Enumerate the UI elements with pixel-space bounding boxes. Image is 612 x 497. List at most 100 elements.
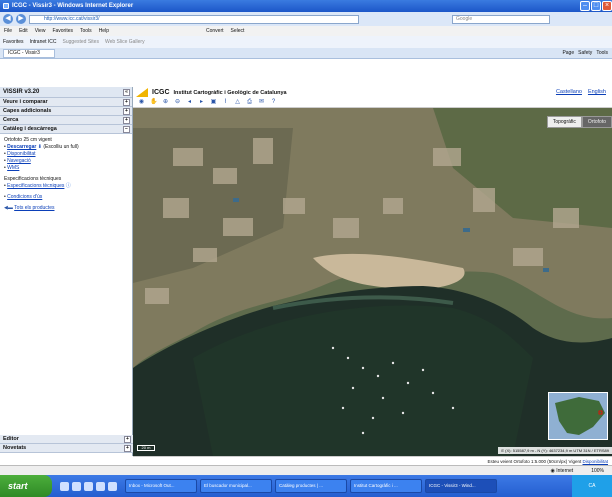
specs-link[interactable]: Especificacions tècniques xyxy=(7,183,64,189)
cmd-safety[interactable]: Safety xyxy=(578,49,592,58)
minimize-icon[interactable]: – xyxy=(580,1,590,11)
window-title: ICGC - Vissir3 - Windows Internet Explor… xyxy=(12,3,134,9)
quicklaunch-icon[interactable] xyxy=(84,481,93,491)
tab-bar: ICGC - Vissir3 xyxy=(0,48,612,59)
previous-view-icon[interactable]: ◂ xyxy=(186,99,193,106)
forward-icon[interactable]: ▶ xyxy=(16,14,26,24)
info-availability-link[interactable]: Disponibilitat xyxy=(582,459,608,464)
lang-castellano[interactable]: Castellano xyxy=(556,89,582,95)
taskbar-item-buscador[interactable]: El buscador municipal... xyxy=(200,479,272,493)
collapse-icon[interactable]: « xyxy=(123,89,130,96)
expand-icon[interactable]: + xyxy=(124,445,131,452)
back-icon[interactable]: ◀ xyxy=(3,14,13,24)
quicklaunch-icon[interactable] xyxy=(108,481,117,491)
expand-icon[interactable]: + xyxy=(124,436,131,443)
select-button[interactable]: Select xyxy=(231,28,245,34)
internet-zone: ◉ Internet xyxy=(550,467,574,474)
measure-icon[interactable]: ⌇ xyxy=(222,99,229,106)
download-link[interactable]: Descarregar xyxy=(7,144,36,150)
expand-icon[interactable]: + xyxy=(123,99,130,106)
email-icon[interactable]: ✉ xyxy=(258,99,265,106)
globe-icon[interactable]: ◉ xyxy=(138,99,145,106)
collapse-icon[interactable]: − xyxy=(123,126,130,133)
fav-gallery[interactable]: Web Slice Gallery xyxy=(105,39,145,45)
taskbar-item-cataleg[interactable]: Catàleg productes | ... xyxy=(275,479,347,493)
conditions-link[interactable]: Condicions d'ús xyxy=(7,194,42,200)
quicklaunch-icon[interactable] xyxy=(96,481,105,491)
area-icon[interactable]: △ xyxy=(234,99,241,106)
availability-link[interactable]: Disponibilitat xyxy=(7,151,35,157)
catalonia-overview-image xyxy=(555,397,605,435)
map-canvas[interactable]: Topogràfic Ortofoto 20 m E (X): 515587,9… xyxy=(133,108,612,456)
next-view-icon[interactable]: ▸ xyxy=(198,99,205,106)
address-bar: ◀ ▶ http://www.icc.cat/vissir3/ Google xyxy=(0,12,612,26)
section-cataleg[interactable]: Catàleg i descàrrega − xyxy=(0,125,132,134)
wms-link[interactable]: WMS xyxy=(7,165,19,171)
search-input[interactable]: Google xyxy=(452,14,550,24)
fav-intranet[interactable]: Intranet ICC xyxy=(30,39,57,45)
window-controls: – □ × xyxy=(580,1,612,11)
command-bar: Page Safety Tools xyxy=(562,49,608,58)
taskbar-item-outlook[interactable]: Inbox - Microsoft Out... xyxy=(125,479,197,493)
taskbar-item-institut[interactable]: Institut Cartogràfic i ... xyxy=(350,479,422,493)
sidebar: VISSIR v3.20 « Veure i comparar + Capes ad… xyxy=(0,87,133,456)
catalog-panel: Ortofoto 25 cm vigent • Descarregar ⬇ (E… xyxy=(0,134,132,215)
menu-tools[interactable]: Tools xyxy=(80,28,92,34)
logo-text: ICGC xyxy=(152,89,170,96)
pan-hand-icon[interactable]: ✋ xyxy=(150,99,157,106)
download-note: (Escolliu un full) xyxy=(43,144,79,150)
section-capes[interactable]: Capes addicionals + xyxy=(0,107,132,116)
maximize-icon[interactable]: □ xyxy=(591,1,601,11)
cmd-tools[interactable]: Tools xyxy=(596,49,608,58)
section-cerca[interactable]: Cerca + xyxy=(0,116,132,125)
quick-launch xyxy=(60,481,117,491)
sidebar-bottom: Editor + Novetats + xyxy=(0,435,133,453)
layer-tab-ortofoto[interactable]: Ortofoto xyxy=(581,116,612,128)
favorites-button[interactable]: Favorites xyxy=(3,39,24,45)
zoom-level[interactable]: 100% xyxy=(591,468,604,474)
zoom-in-icon[interactable]: ⊕ xyxy=(162,99,169,106)
taskbar-item-vissir[interactable]: ICGC - Vissir3 - Wind... xyxy=(425,479,497,493)
all-products-link[interactable]: Tots els productes xyxy=(14,205,54,211)
lang-english[interactable]: English xyxy=(588,89,606,95)
institution-name: Institut Cartogràfic i Geològic de Catal… xyxy=(173,89,287,96)
section-editor[interactable]: Editor + xyxy=(0,435,133,444)
status-bar: ◉ Internet 100% xyxy=(0,465,612,475)
info-bar: Esteu veient Ortofoto 1:5.000 (50cm/px) … xyxy=(133,456,612,465)
menu-file[interactable]: File xyxy=(4,28,12,34)
download-icon: ⬇ xyxy=(37,144,42,150)
save-icon[interactable]: ▣ xyxy=(210,99,217,106)
layer-tab-topografic[interactable]: Topogràfic xyxy=(546,116,582,128)
overview-map[interactable] xyxy=(548,392,608,440)
quicklaunch-icon[interactable] xyxy=(72,481,81,491)
favorites-bar: Favorites Intranet ICC Suggested Sites W… xyxy=(0,36,612,48)
start-button[interactable]: start xyxy=(0,475,52,497)
system-tray[interactable]: CA xyxy=(572,475,612,497)
orthophoto-image xyxy=(133,108,612,456)
expand-icon[interactable]: + xyxy=(123,117,130,124)
cmd-page[interactable]: Page xyxy=(562,49,574,58)
navigation-link[interactable]: Navegació xyxy=(7,158,31,164)
section-novetats[interactable]: Novetats + xyxy=(0,444,133,453)
menu-favorites[interactable]: Favorites xyxy=(52,28,73,34)
close-icon[interactable]: × xyxy=(602,1,612,11)
tab-icgc[interactable]: ICGC - Vissir3 xyxy=(3,48,55,58)
expand-icon[interactable]: + xyxy=(123,108,130,115)
zoom-out-icon[interactable]: ⊖ xyxy=(174,99,181,106)
coordinate-readout: E (X): 515587,9 m - N (Y): 4637234,9 m U… xyxy=(498,447,612,454)
info-icon: ⓘ xyxy=(65,183,71,189)
print-icon[interactable]: ⎙ xyxy=(246,99,253,106)
taskbar: start Inbox - Microsoft Out... El buscad… xyxy=(0,475,612,497)
menu-help[interactable]: Help xyxy=(99,28,109,34)
fav-suggested[interactable]: Suggested Sites xyxy=(63,39,99,45)
section-veure[interactable]: Veure i comparar + xyxy=(0,98,132,107)
convert-button[interactable]: Convert xyxy=(206,28,224,34)
info-text: Esteu veient Ortofoto 1:5.000 (50cm/px) … xyxy=(487,459,582,464)
url-field[interactable]: http://www.icc.cat/vissir3/ xyxy=(29,14,359,24)
map-layer-tabs: Topogràfic Ortofoto xyxy=(546,116,612,128)
globe-icon: ◉ xyxy=(550,467,555,474)
menu-edit[interactable]: Edit xyxy=(19,28,28,34)
menu-view[interactable]: View xyxy=(35,28,46,34)
quicklaunch-icon[interactable] xyxy=(60,481,69,491)
help-icon[interactable]: ? xyxy=(270,99,277,106)
